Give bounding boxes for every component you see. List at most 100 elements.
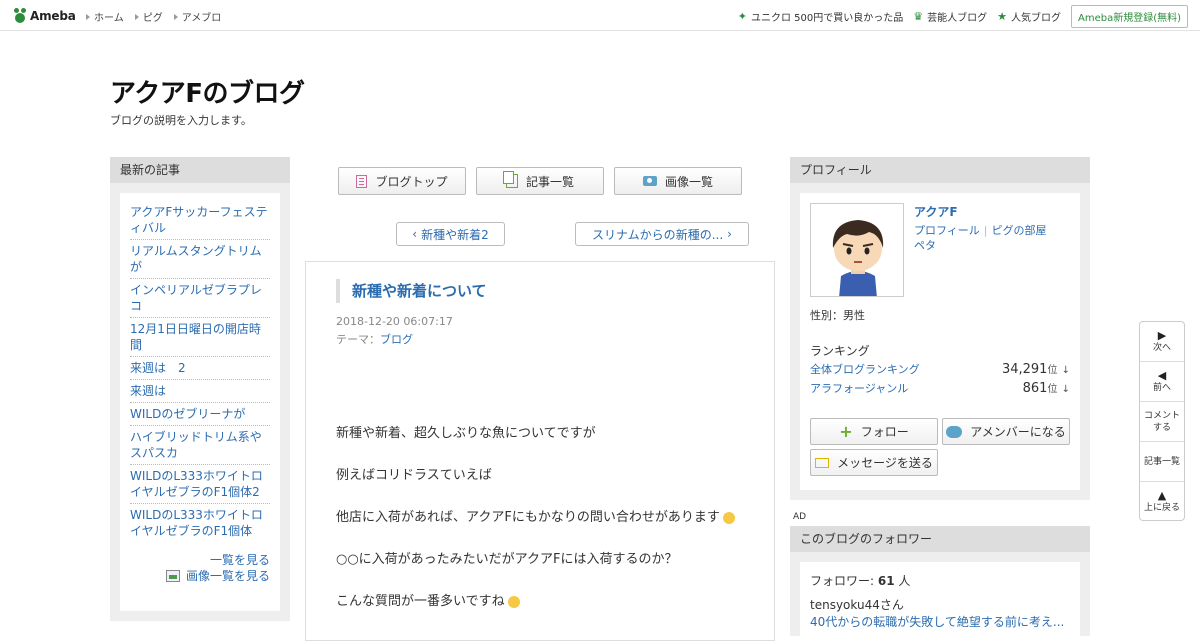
plus-icon: + xyxy=(839,422,853,441)
overall-ranking-link[interactable]: 全体ブログランキング xyxy=(810,361,920,377)
recent-post-link[interactable]: WILDのL333ホワイトロイヤルゼブラのF1個体2 xyxy=(130,465,270,504)
article: 新種や新着について 2018-12-20 06:07:17 テーマ：ブログ 新種… xyxy=(305,261,775,641)
ameba-logo[interactable]: Ameba xyxy=(13,6,76,26)
camera-icon xyxy=(642,176,657,186)
follower-name[interactable]: tensyoku44さん xyxy=(810,596,1070,613)
chevron-right-icon: › xyxy=(727,227,732,241)
blog-title[interactable]: アクアFのブログ xyxy=(110,73,305,110)
comment-button[interactable]: コメントする xyxy=(1140,402,1184,442)
genre-ranking-row: アラフォージャンル 861位 ↓ xyxy=(810,380,1070,396)
star-icon: ★ xyxy=(997,10,1007,23)
prev-button[interactable]: ◀ 前へ xyxy=(1140,362,1184,402)
profile-link[interactable]: プロフィール xyxy=(914,224,980,237)
article-paragraph: 例えばコリドラスていえば xyxy=(336,468,492,483)
followers-heading: このブログのフォロワー xyxy=(790,526,1090,552)
global-nav: ホーム ピグ アメブロ xyxy=(86,9,221,24)
triangle-icon xyxy=(86,13,90,20)
article-body: 新種や新着、超久しぶりな魚についてですが 例えばコリドラスていえば 他店に入荷が… xyxy=(336,424,746,634)
tab-blog-top[interactable]: ブログトップ xyxy=(338,167,466,195)
sparkle-icon: ✦ xyxy=(737,10,747,23)
document-icon xyxy=(356,174,368,188)
see-all-link[interactable]: 一覧を見る xyxy=(130,552,270,568)
next-button[interactable]: ▶ 次へ xyxy=(1140,322,1184,362)
prev-entry-button[interactable]: ‹ 新種や新着2 xyxy=(396,222,505,246)
recent-posts-panel: 最新の記事 アクアFサッカーフェスティバル リアルムスタングトリムが インペリア… xyxy=(110,157,290,621)
follower-blog-link[interactable]: 40代からの転職が失敗して絶望する前に考え... xyxy=(810,613,1072,630)
paragraph-text: 他店に入荷があれば、アクアFにもかなりの問い合わせがあります xyxy=(336,510,720,525)
nav-home[interactable]: ホーム xyxy=(86,9,124,24)
overall-rank-value: 34,291位 ↓ xyxy=(1001,362,1070,377)
popular-blog-link[interactable]: ★ 人気ブログ xyxy=(997,9,1061,24)
follow-label: フォロー xyxy=(860,425,909,439)
tab-image-list[interactable]: 画像一覧 xyxy=(614,167,742,195)
article-theme: テーマ：ブログ xyxy=(336,331,413,347)
recent-post-link[interactable]: リアルムスタングトリムが xyxy=(130,240,270,279)
triangle-icon xyxy=(134,13,139,20)
recent-posts-heading: 最新の記事 xyxy=(110,157,290,183)
entry-list-button[interactable]: 記事一覧 xyxy=(1140,442,1184,482)
avatar[interactable] xyxy=(810,203,904,297)
back-to-top-button[interactable]: ▲ 上に戻る xyxy=(1140,482,1184,522)
crown-icon: ♛ xyxy=(913,10,924,23)
genre-rank-value: 861位 ↓ xyxy=(1022,381,1070,396)
chevron-left-icon: ‹ xyxy=(412,227,418,241)
celebrity-blog-link[interactable]: ♛ 芸能人ブログ xyxy=(913,9,987,24)
recent-post-link[interactable]: アクアFサッカーフェスティバル xyxy=(130,201,270,240)
message-button[interactable]: メッセージを送る xyxy=(810,449,938,476)
smile-emoji-icon xyxy=(507,595,520,608)
article-paragraph: 他店に入荷があれば、アクアFにもかなりの問い合わせがあります xyxy=(336,508,746,528)
recent-posts-list: アクアFサッカーフェスティバル リアルムスタングトリムが インペリアルゼブラプレ… xyxy=(130,201,270,542)
next-entry-button[interactable]: スリナムからの新種の... › xyxy=(575,222,749,246)
tab-label: ブログトップ xyxy=(375,174,448,189)
tab-label: 記事一覧 xyxy=(525,174,574,189)
next-entry-label: スリナムからの新種の... xyxy=(592,227,724,242)
entries-icon xyxy=(502,171,518,188)
message-label: メッセージを送る xyxy=(837,456,933,470)
recent-post-link[interactable]: ハイブリッドトリム系やスパスカ xyxy=(130,426,270,465)
recent-post-link[interactable]: 12月1日日曜日の開店時間 xyxy=(130,318,270,357)
see-images-label: 画像一覧を見る xyxy=(185,569,270,583)
amember-label: アメンバーになる xyxy=(970,425,1066,439)
rank-down-icon: ↓ xyxy=(1061,384,1070,395)
profile-name[interactable]: アクアF xyxy=(914,203,958,220)
trend-link[interactable]: ✦ ユニクロ 500円で買い良かった品 xyxy=(738,9,903,24)
tab-entry-list[interactable]: 記事一覧 xyxy=(476,167,604,195)
recent-post-link[interactable]: インペリアルゼブラプレコ xyxy=(130,279,270,318)
tab-label: 画像一覧 xyxy=(664,174,713,189)
image-list-icon xyxy=(165,570,180,582)
rank-down-icon: ↓ xyxy=(1061,365,1070,376)
recent-posts-box: アクアFサッカーフェスティバル リアルムスタングトリムが インペリアルゼブラプレ… xyxy=(120,193,280,611)
ameba-logo-icon xyxy=(13,8,27,24)
play-right-icon: ▶ xyxy=(1157,328,1167,342)
recent-post-link[interactable]: WILDのL333ホワイトロイヤルゼブラのF1個体 xyxy=(130,504,270,542)
see-images-link[interactable]: 画像一覧を見る xyxy=(130,568,270,584)
mail-icon xyxy=(815,457,830,468)
article-title[interactable]: 新種や新着について xyxy=(336,279,487,303)
article-paragraph: ○○に入荷があったみたいだがアクアFには入荷するのか？ xyxy=(336,552,678,567)
triangle-icon xyxy=(173,13,178,20)
global-header: Ameba ホーム ピグ アメブロ ✦ ユニクロ 500円で買い良かった品 ♛ 芸能… xyxy=(0,0,1200,31)
genre-ranking-link[interactable]: アラフォージャンル xyxy=(810,380,908,396)
amember-button[interactable]: アメンバーになる xyxy=(942,418,1070,445)
ok-hand-emoji-icon xyxy=(722,511,735,524)
profile-links: プロフィール | ピグの部屋 ペタ xyxy=(914,223,1047,253)
theme-label: テーマ： xyxy=(336,333,380,346)
peta-link[interactable]: ペタ xyxy=(914,239,936,252)
play-left-icon: ◀ xyxy=(1157,368,1167,382)
article-paragraph: 新種や新着、超久しぶりな魚についてですが xyxy=(336,426,596,441)
recent-post-link[interactable]: WILDのゼブリーナが xyxy=(130,403,270,426)
recent-post-link[interactable]: 来週は 2 xyxy=(130,357,270,380)
follow-button[interactable]: + フォロー xyxy=(810,418,938,445)
theme-link[interactable]: ブログ xyxy=(380,333,413,346)
register-button[interactable]: Ameba新規登録(無料) xyxy=(1070,5,1188,28)
logo-text: Ameba xyxy=(30,9,76,23)
nav-ameblo[interactable]: アメブロ xyxy=(173,9,221,24)
ranking-title: ランキング xyxy=(810,344,870,358)
nav-pigg[interactable]: ピグ xyxy=(134,9,163,24)
header-links: ✦ ユニクロ 500円で買い良かった品 ♛ 芸能人ブログ ★ 人気ブログ Ameba新… xyxy=(738,5,1188,28)
profile-heading: プロフィール xyxy=(790,157,1090,183)
pigg-room-link[interactable]: ピグの部屋 xyxy=(992,224,1047,237)
recent-post-link[interactable]: 来週は xyxy=(130,380,270,403)
prev-entry-label: 新種や新着2 xyxy=(421,227,489,242)
paragraph-text: こんな質問が一番多いですね xyxy=(336,594,505,609)
